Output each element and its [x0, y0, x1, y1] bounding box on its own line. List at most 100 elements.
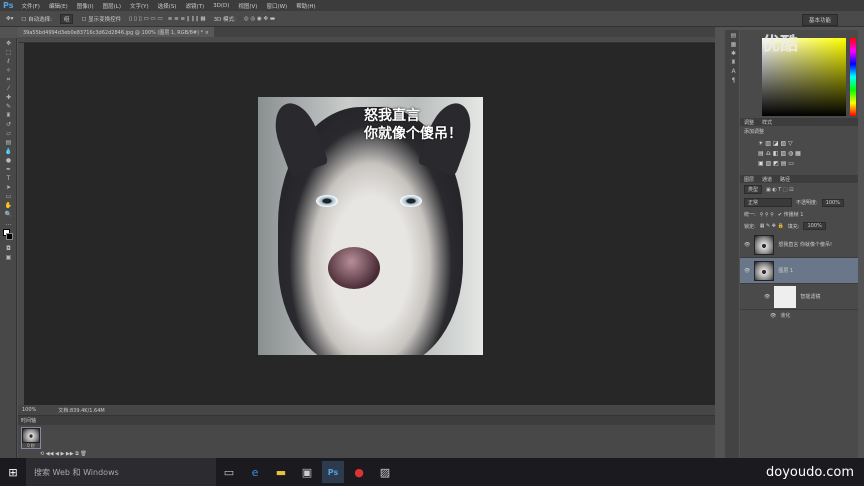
timeline-controls[interactable]: ⟲ ◀◀ ◀ ▶ ▶▶ ⧉ 🗑	[18, 451, 715, 457]
smart-filter-row[interactable]: 👁 智能滤镜	[740, 284, 858, 310]
history-panel-icon[interactable]: ▤	[729, 32, 738, 39]
character-panel-icon[interactable]: A	[729, 68, 738, 75]
lock-icons[interactable]: ▦ ✎ ✥ 🔒	[760, 223, 784, 229]
document-size[interactable]: 文档:839.4K/1.64M	[58, 407, 104, 414]
filter-icons[interactable]: ▣ ◐ T ⬚ ⊡	[766, 187, 793, 193]
menu-view[interactable]: 视图(V)	[238, 2, 257, 10]
menu-edit[interactable]: 编辑(E)	[49, 2, 68, 10]
document-tabs: 39a55bd4994d3eb0e83716c3d62d2846.jpg @ 1…	[18, 27, 715, 37]
3d-tools-icons[interactable]: ◎ ◎ ◉ ✥ ▬	[244, 16, 275, 22]
dodge-tool-icon[interactable]: ●	[4, 157, 13, 164]
visibility-eye-icon[interactable]: 👁	[744, 242, 750, 248]
windows-start-icon[interactable]: ⊞	[2, 461, 24, 483]
align-icons[interactable]: ▯ ▯ ▯ ▭ ▭ ▭ ≡ ≡ ≡ ‖ ‖ ‖ ▦	[129, 16, 205, 22]
close-tab-icon[interactable]: ×	[205, 30, 209, 36]
filter-name[interactable]: 液化	[780, 312, 790, 319]
clone-source-icon[interactable]: ♜	[729, 59, 738, 66]
brush-panel-icon[interactable]: ✱	[729, 50, 738, 57]
layer-row-text[interactable]: 👁 怒我直言 你就像个傻吊!	[740, 232, 858, 258]
eyedropper-icon[interactable]: ⁄	[4, 85, 13, 92]
eraser-icon[interactable]: ▱	[4, 130, 13, 137]
layer-name[interactable]: 怒我直言 你就像个傻吊!	[778, 241, 832, 248]
move-tool-icon[interactable]: ✥	[4, 40, 13, 47]
magic-wand-icon[interactable]: ✧	[4, 67, 13, 74]
blend-mode-select[interactable]: 正常	[744, 198, 792, 207]
menu-file[interactable]: 文件(F)	[21, 2, 39, 10]
stamp-tool-icon[interactable]: ♜	[4, 112, 13, 119]
menu-window[interactable]: 窗口(W)	[266, 2, 287, 10]
brush-tool-icon[interactable]: ✎	[4, 103, 13, 110]
dog-eye-right	[400, 195, 422, 207]
color-swatches[interactable]	[2, 229, 14, 243]
tools-panel: ✥ ⬚ ℓ ✧ ⌗ ⁄ ✚ ✎ ♜ ↺ ▱ ▤ 💧 ● ✒ T ➤ ▭ ✋ 🔍 …	[0, 38, 17, 458]
photoshop-logo: Ps	[3, 1, 14, 10]
photoshop-taskbar-icon[interactable]: Ps	[322, 461, 344, 483]
pen-tool-icon[interactable]: ✒	[4, 166, 13, 173]
edge-icon[interactable]: e	[244, 461, 266, 483]
document-tab[interactable]: 39a55bd4994d3eb0e83716c3d62d2846.jpg @ 1…	[18, 27, 214, 37]
workspace-select[interactable]: 基本功能	[801, 14, 838, 26]
taskbar-search[interactable]: 搜索 Web 和 Windows	[26, 458, 216, 486]
youku-watermark: 优酷	[762, 34, 798, 55]
menu-image[interactable]: 图像(I)	[77, 2, 94, 10]
show-transform-checkbox[interactable]: ☐ 显示变换控件	[81, 15, 121, 23]
type-tool-icon[interactable]: T	[4, 175, 13, 182]
shape-tool-icon[interactable]: ▭	[4, 193, 13, 200]
fill-input[interactable]: 100%	[803, 222, 826, 230]
store-icon[interactable]: ▣	[296, 461, 318, 483]
liquify-filter-row[interactable]: 👁 液化	[740, 310, 858, 321]
document-image[interactable]: 怒我直言 你就像个傻吊！	[258, 97, 483, 355]
gradient-tool-icon[interactable]: ▤	[4, 139, 13, 146]
zoom-level[interactable]: 100%	[22, 407, 36, 413]
history-brush-icon[interactable]: ↺	[4, 121, 13, 128]
tab-layers[interactable]: 图层	[744, 176, 754, 183]
path-select-icon[interactable]: ➤	[4, 184, 13, 191]
hue-slider[interactable]	[850, 38, 856, 116]
menu-select[interactable]: 选择(S)	[158, 2, 177, 10]
dog-ear-left	[267, 97, 329, 177]
menu-help[interactable]: 帮助(H)	[296, 2, 315, 10]
status-bar: 100% 文档:839.4K/1.64M	[18, 405, 715, 415]
propagate-checkbox[interactable]: ✔ 传播帧 1	[778, 211, 804, 218]
marquee-tool-icon[interactable]: ⬚	[4, 49, 13, 56]
lasso-tool-icon[interactable]: ℓ	[4, 58, 13, 65]
crop-tool-icon[interactable]: ⌗	[4, 76, 13, 83]
zoom-tool-icon[interactable]: 🔍	[4, 211, 13, 218]
screen-mode-icon[interactable]: ▣	[4, 254, 13, 261]
menu-filter[interactable]: 滤镜(T)	[185, 2, 204, 10]
photos-icon[interactable]: ▨	[374, 461, 396, 483]
frame-time[interactable]: 0 秒	[22, 443, 40, 449]
healing-brush-icon[interactable]: ✚	[4, 94, 13, 101]
layer-row-layer1[interactable]: 👁 图层 1	[740, 258, 858, 284]
blur-tool-icon[interactable]: 💧	[4, 148, 13, 155]
menu-type[interactable]: 文字(Y)	[130, 2, 149, 10]
paragraph-panel-icon[interactable]: ¶	[729, 77, 738, 84]
tab-channels[interactable]: 通道	[762, 176, 772, 183]
auto-select-checkbox[interactable]: ☐ 自动选择:	[21, 15, 52, 23]
visibility-eye-icon[interactable]: 👁	[770, 313, 776, 319]
properties-icon[interactable]: ▦	[729, 41, 738, 48]
opacity-input[interactable]: 100%	[821, 198, 844, 207]
visibility-eye-icon[interactable]: 👁	[744, 268, 750, 274]
layer-name[interactable]: 图层 1	[778, 267, 793, 274]
hand-tool-icon[interactable]: ✋	[4, 202, 13, 209]
move-tool-icon[interactable]: ✥▾	[6, 16, 13, 22]
unify-icons[interactable]: ⚲ ⚲ ⚲	[760, 212, 774, 218]
tab-styles[interactable]: 样式	[762, 119, 772, 126]
recorder-icon[interactable]: ●	[348, 461, 370, 483]
site-watermark: doyoudo.com	[766, 464, 854, 480]
visibility-eye-icon[interactable]: 👁	[764, 294, 770, 300]
auto-select-dropdown[interactable]: 组	[59, 13, 74, 24]
menu-layer[interactable]: 图层(L)	[103, 2, 121, 10]
more-tools-icon[interactable]: …	[4, 220, 13, 227]
timeline-frame[interactable]: 0 秒	[21, 427, 41, 449]
adjustment-icons[interactable]: ☀ ▥ ◪ ▧ ▽ ▤ ♎ ◧ ▨ ◍ ▦ ▣ ▨ ◩ ▤ ▭	[740, 137, 858, 171]
file-explorer-icon[interactable]: ▬	[270, 461, 292, 483]
layer-name[interactable]: 智能滤镜	[800, 293, 820, 300]
tab-adjustments[interactable]: 调整	[744, 119, 754, 126]
menu-3d[interactable]: 3D(D)	[213, 3, 229, 9]
task-view-icon[interactable]: ▭	[218, 461, 240, 483]
layer-filter-select[interactable]: 类型	[744, 185, 763, 194]
quick-mask-icon[interactable]: ◘	[4, 245, 13, 252]
tab-paths[interactable]: 路径	[780, 176, 790, 183]
